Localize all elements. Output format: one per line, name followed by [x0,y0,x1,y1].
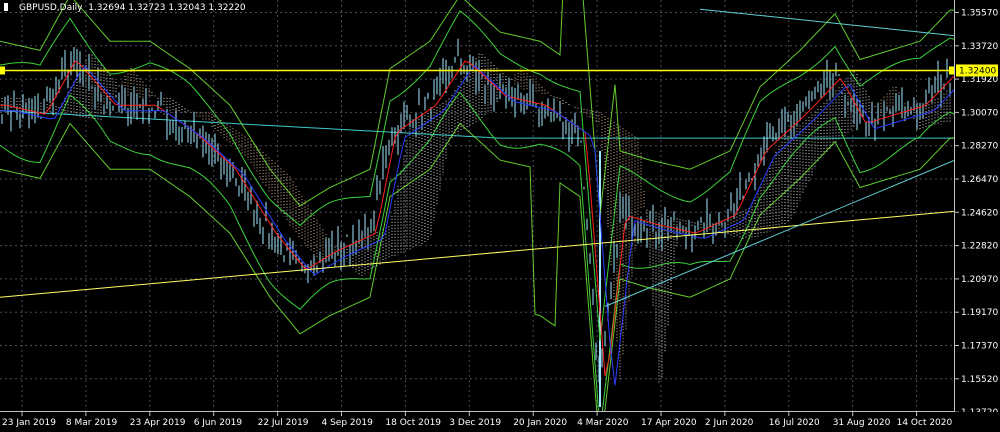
chart-window[interactable]: 1.35570 1.33720 1.31920 1.30070 1.28270 1.264… [0,0,1000,432]
line-anchor-handle-left [0,66,5,75]
time-tick-label: 2 Jun 2020 [705,418,754,428]
price-tick-label: 1.19170 [961,308,998,318]
time-tick-label: 18 Oct 2019 [385,418,441,428]
time-tick-label: 16 Jul 2020 [769,418,820,428]
price-tick-label: 1.17370 [961,342,998,352]
price-tick-label: 1.30070 [961,108,998,118]
price-tick-label: 1.24620 [961,208,998,218]
price-tick-label: 1.35570 [961,9,998,19]
time-tick-label: 20 Jan 2020 [513,418,567,428]
channel-support-line [604,159,955,307]
time-tick-label: 23 Jan 2019 [2,418,56,428]
chart-arrow-icon [4,3,16,11]
symbol-label: GBPUSD,Daily [19,3,83,13]
time-tick-label: 3 Dec 2019 [449,418,501,428]
time-tick-label: 31 Aug 2020 [833,418,891,428]
price-tick-label: 1.22820 [961,242,998,252]
time-tick-label: 6 Jun 2019 [194,418,243,428]
ohlc-values: 1.32694 1.32723 1.32043 1.32220 [88,3,246,13]
time-tick-label: 4 Mar 2020 [577,418,629,428]
price-tick-label: 1.15520 [961,375,998,385]
price-scale[interactable]: 1.35570 1.33720 1.31920 1.30070 1.28270 1.264… [955,0,1000,412]
grid-lines [0,0,955,412]
time-tick-label: 14 Oct 2020 [897,418,953,428]
channel-resistance-line [699,8,955,37]
current-price-label: 1.32400 [959,66,996,76]
long-term-trendline [0,210,955,298]
bollinger-outer-lower [0,122,955,412]
price-tick-label: 1.31920 [961,75,998,85]
time-tick-label: 22 Jul 2019 [258,418,309,428]
price-tick-label: 1.26470 [961,175,998,185]
time-tick-label: 4 Sep 2019 [322,418,374,428]
time-tick-label: 17 Apr 2020 [641,418,697,428]
candlesticks [1,38,951,407]
time-scale[interactable]: 23 Jan 2019 8 Mar 2019 23 Apr 2019 6 Jun 20… [0,412,1000,432]
chart-header: GBPUSD,Daily 1.32694 1.32723 1.32043 1.3… [4,3,246,13]
time-tick-label: 8 Mar 2019 [66,418,118,428]
time-tick-label: 23 Apr 2019 [130,418,186,428]
price-tick-label: 1.33720 [961,42,998,52]
bollinger-upper [0,10,955,342]
price-chart-plot[interactable] [0,0,955,412]
ichimoku-cloud [1,53,951,384]
price-tick-label: 1.20970 [961,275,998,285]
price-tick-label: 1.28270 [961,142,998,152]
bollinger-lower [0,91,955,412]
